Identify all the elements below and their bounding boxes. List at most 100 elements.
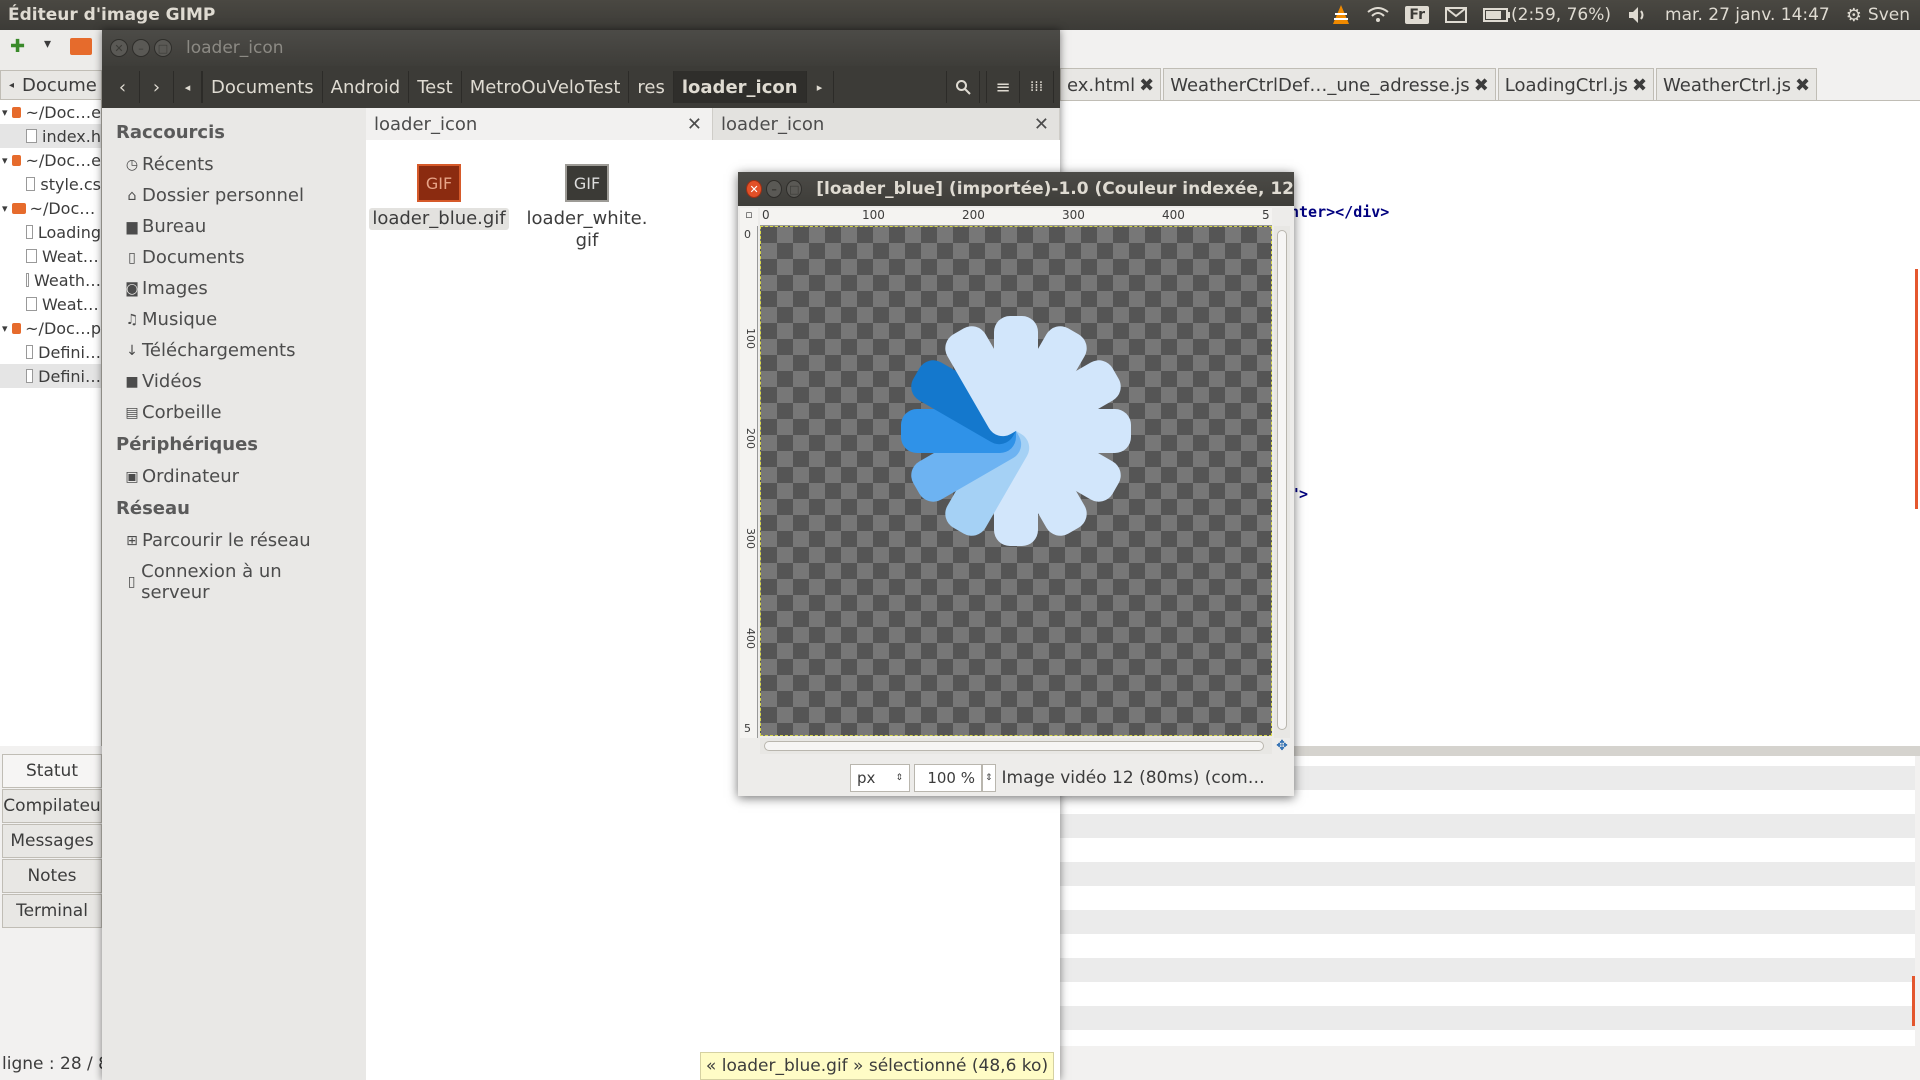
tab-statut[interactable]: Statut bbox=[2, 754, 102, 788]
tree-item[interactable]: Weat… bbox=[0, 244, 101, 268]
tab-terminal[interactable]: Terminal bbox=[2, 894, 102, 928]
sidebar-tab-documents[interactable]: ◂ Docume bbox=[0, 70, 102, 100]
battery-indicator[interactable]: (2:59, 76%) bbox=[1483, 5, 1611, 25]
places-item[interactable]: ▯ Documents bbox=[102, 242, 366, 273]
tree-item[interactable]: ▾ ~/Doc…e bbox=[0, 100, 101, 124]
minimize-window-button[interactable]: – bbox=[132, 39, 150, 57]
breadcrumb-metroouvelotest[interactable]: MetroOuVeloTest bbox=[460, 71, 629, 103]
tab-messages[interactable]: Messages bbox=[2, 824, 102, 858]
places-item[interactable]: ◷ Récents bbox=[102, 149, 366, 180]
document-icon: ▯ bbox=[128, 249, 136, 266]
zoom-field[interactable]: 100 % bbox=[914, 764, 982, 792]
close-icon[interactable]: ✖ bbox=[1632, 75, 1647, 96]
close-window-button[interactable]: ✕ bbox=[746, 180, 763, 198]
tree-item[interactable]: style.cs bbox=[0, 172, 101, 196]
minimize-window-button[interactable]: – bbox=[766, 180, 783, 198]
tree-item[interactable]: Loading bbox=[0, 220, 101, 244]
places-item[interactable]: ▆ Bureau bbox=[102, 211, 366, 242]
editor-tab[interactable]: WeatherCtrlDef…_une_adresse.js ✖ bbox=[1163, 68, 1496, 100]
places-item[interactable]: ◙ Images bbox=[102, 273, 366, 304]
close-icon[interactable]: ✖ bbox=[1795, 75, 1810, 96]
vlc-icon[interactable] bbox=[1331, 4, 1351, 26]
keyboard-layout-indicator[interactable]: Fr bbox=[1405, 6, 1429, 24]
new-file-icon[interactable]: ✚ bbox=[10, 36, 25, 57]
tree-item[interactable]: ▾ ~/Doc…p bbox=[0, 316, 101, 340]
clock[interactable]: mar. 27 janv. 14:47 bbox=[1665, 5, 1830, 25]
close-icon[interactable]: ✕ bbox=[687, 114, 702, 135]
vertical-scrollbar[interactable] bbox=[1274, 226, 1290, 738]
breadcrumb-documents[interactable]: Documents bbox=[202, 71, 322, 103]
expander-icon[interactable]: ▾ bbox=[2, 202, 8, 215]
editor-tab[interactable]: ex.html ✖ bbox=[1060, 68, 1162, 100]
breadcrumb-scroll-left[interactable]: ◂ bbox=[174, 71, 202, 103]
back-button[interactable]: ‹ bbox=[106, 71, 140, 103]
expander-icon[interactable]: ▾ bbox=[2, 154, 8, 167]
places-item[interactable]: ♫ Musique bbox=[102, 304, 366, 335]
sidebar-tab-label: Docume bbox=[22, 74, 97, 96]
breadcrumb-android[interactable]: Android bbox=[321, 71, 409, 103]
quick-mask-corner[interactable]: ▫ bbox=[740, 208, 758, 226]
tree-item[interactable]: Defini… bbox=[0, 364, 101, 388]
frame-status: Image vidéo 12 (80ms) (com… bbox=[1001, 768, 1265, 788]
download-icon: ↓ bbox=[126, 342, 138, 359]
file-item[interactable]: GIF loader_blue.gif bbox=[369, 164, 509, 230]
arrow-left-icon[interactable]: ◂ bbox=[1, 80, 22, 91]
editor-tab[interactable]: WeatherCtrl.js ✖ bbox=[1656, 68, 1818, 100]
scrollbar-thumb[interactable] bbox=[764, 741, 1264, 751]
battery-text: (2:59, 76%) bbox=[1511, 5, 1612, 25]
document-tree: ▾ ~/Doc…e index.h ▾ ~/Doc…e style.cs ▾ ~/Doc… Lo… bbox=[0, 100, 102, 746]
search-button[interactable] bbox=[946, 71, 980, 103]
places-item[interactable]: ⌂ Dossier personnel bbox=[102, 180, 366, 211]
places-item[interactable]: ▣ Ordinateur bbox=[102, 461, 366, 492]
folder-icon bbox=[11, 202, 26, 214]
places-item[interactable]: ▯ Connexion à un serveur bbox=[102, 556, 366, 608]
close-icon[interactable]: ✖ bbox=[1139, 75, 1154, 96]
expander-icon[interactable]: ▾ bbox=[2, 322, 8, 335]
session-menu[interactable]: ⚙ Sven bbox=[1846, 5, 1910, 26]
tree-item[interactable]: ▾ ~/Doc…e bbox=[0, 148, 101, 172]
tree-item[interactable]: ▾ ~/Doc… bbox=[0, 196, 101, 220]
forward-button[interactable]: › bbox=[140, 71, 174, 103]
tree-item[interactable]: Defini… bbox=[0, 340, 101, 364]
maximize-window-button[interactable]: □ bbox=[786, 180, 803, 198]
unit-select[interactable]: px ⇕ bbox=[850, 764, 910, 792]
tab-notes[interactable]: Notes bbox=[2, 859, 102, 893]
close-icon[interactable]: ✕ bbox=[1034, 114, 1049, 135]
mail-icon[interactable] bbox=[1445, 7, 1467, 23]
tree-item[interactable]: index.h bbox=[0, 124, 101, 148]
horizontal-scrollbar[interactable] bbox=[760, 738, 1272, 754]
zoom-dropdown[interactable]: ⇕ bbox=[982, 764, 996, 792]
breadcrumb-test[interactable]: Test bbox=[408, 71, 460, 103]
chevron-down-icon[interactable]: ▾ bbox=[44, 36, 51, 52]
image-canvas[interactable] bbox=[760, 226, 1272, 736]
scrollbar-thumb[interactable] bbox=[1277, 230, 1287, 730]
search-icon bbox=[956, 80, 971, 95]
navigate-icon[interactable]: ✥ bbox=[1274, 738, 1290, 754]
places-item-label: Dossier personnel bbox=[142, 185, 305, 206]
open-folder-icon[interactable] bbox=[70, 38, 92, 55]
file-item[interactable]: GIF loader_white. gif bbox=[522, 164, 652, 252]
maximize-window-button[interactable]: □ bbox=[154, 39, 172, 57]
places-item[interactable]: ↓ Téléchargements bbox=[102, 335, 366, 366]
places-item[interactable]: ▤ Corbeille bbox=[102, 397, 366, 428]
tree-item[interactable]: Weath… bbox=[0, 268, 101, 292]
tab-compilateur[interactable]: Compilateu bbox=[2, 789, 102, 823]
places-item[interactable]: ⊞ Parcourir le réseau bbox=[102, 525, 366, 556]
editor-tab[interactable]: LoadingCtrl.js ✖ bbox=[1497, 68, 1655, 100]
breadcrumb-scroll-right[interactable]: ▸ bbox=[805, 71, 834, 103]
expander-icon[interactable]: ▾ bbox=[2, 106, 8, 119]
wifi-icon[interactable] bbox=[1367, 7, 1390, 23]
list-view-button[interactable]: ≡ bbox=[986, 71, 1020, 103]
tree-item[interactable]: Weat… bbox=[0, 292, 101, 316]
close-window-button[interactable]: ✕ bbox=[110, 39, 128, 57]
close-icon[interactable]: ✖ bbox=[1474, 75, 1489, 96]
tab-loader-icon[interactable]: loader_icon ✕ bbox=[366, 108, 713, 140]
places-item[interactable]: ■ Vidéos bbox=[102, 366, 366, 397]
places-item-label: Documents bbox=[142, 247, 245, 268]
volume-icon[interactable] bbox=[1627, 6, 1649, 24]
breadcrumb-res[interactable]: res bbox=[628, 71, 672, 103]
tab-loader-icon[interactable]: loader_icon ✕ bbox=[713, 108, 1060, 140]
breadcrumb-loader-icon[interactable]: loader_icon bbox=[672, 71, 806, 103]
grid-view-button[interactable]: ⁞⁞⁞ bbox=[1020, 71, 1054, 103]
tree-item-label: ~/Doc… bbox=[29, 198, 96, 218]
